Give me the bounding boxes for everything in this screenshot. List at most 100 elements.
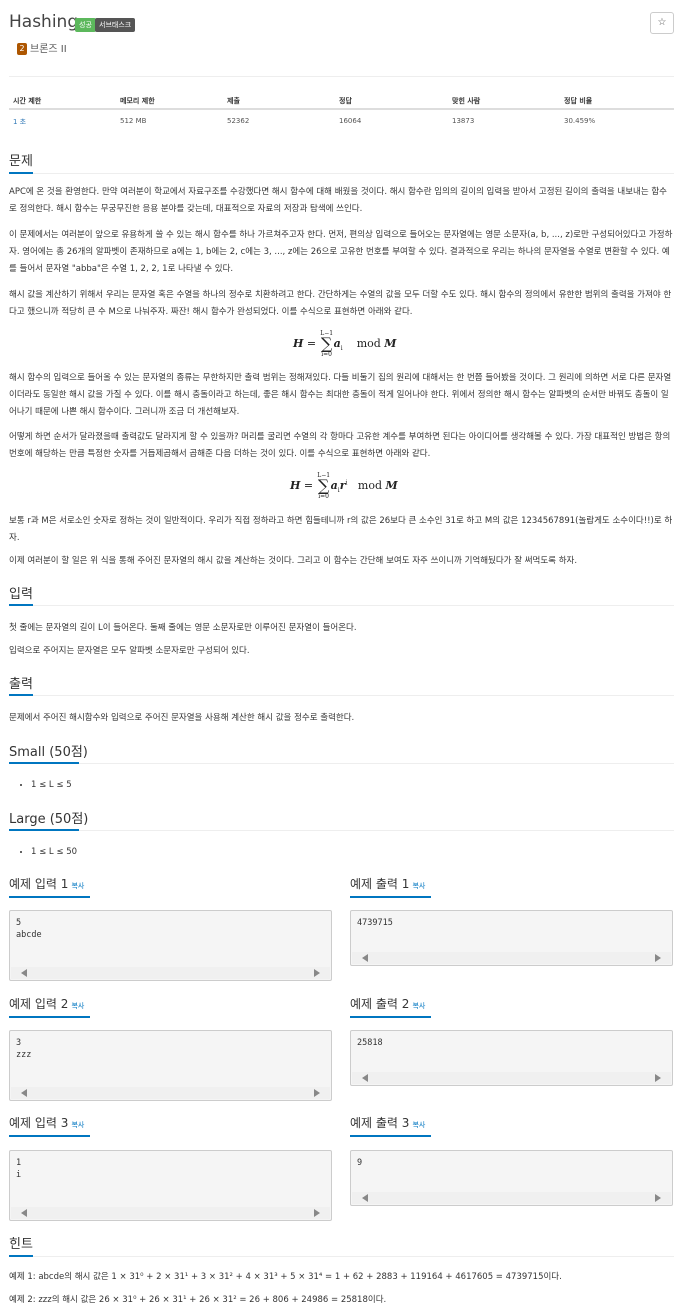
horizontal-scrollbar[interactable] [11, 967, 330, 979]
scroll-right-icon[interactable] [314, 969, 320, 977]
scroll-left-icon[interactable] [362, 954, 368, 962]
section-accent [9, 829, 79, 831]
copy-button[interactable]: 복사 [71, 1002, 84, 1010]
formula-lhs: H [293, 337, 304, 350]
formula-lhs: H [290, 479, 301, 492]
input-heading: 입력 [9, 587, 33, 602]
sample-output-3-title: 예제 출력 3 복사 [350, 1114, 425, 1131]
problem-paragraph: 이 문제에서는 여러분이 앞으로 유용하게 쓸 수 있는 해시 함수를 하나 가… [9, 230, 673, 274]
constraint-item: 1 ≤ L ≤ 5 [31, 780, 72, 790]
scroll-right-icon[interactable] [655, 1074, 661, 1082]
scroll-right-icon[interactable] [314, 1089, 320, 1097]
sample-input-3-title: 예제 입력 3 복사 [9, 1114, 84, 1131]
star-button[interactable]: ☆ [650, 12, 674, 34]
hint-heading: 힌트 [9, 1237, 33, 1252]
sample-title-text: 예제 입력 3 [9, 1116, 69, 1130]
stats-header-row: 시간 제한 메모리 제한 제출 정답 맞힌 사람 정답 비율 [9, 92, 674, 110]
sample-output-1-box[interactable]: 4739715 [350, 910, 673, 966]
sample-input-2-box[interactable]: 3 zzz [9, 1030, 332, 1101]
section-divider [9, 695, 674, 696]
scroll-right-icon[interactable] [655, 1194, 661, 1202]
formula-sup: i [345, 479, 348, 487]
divider [9, 76, 674, 77]
hint-line: 예제 1: abcde의 해시 값은 1 × 31⁰ + 2 × 31¹ + 3… [9, 1272, 562, 1282]
sample-input-2: 3 zzz [16, 1038, 32, 1060]
stats-value-row: 1 초 512 MB 52362 16064 13873 30.459% [9, 110, 674, 132]
tier-label: 브론즈 II [30, 44, 67, 55]
hint-line: 예제 2: zzz의 해시 값은 26 × 31⁰ + 26 × 31¹ + 2… [9, 1295, 387, 1305]
stats-value: 512 MB [120, 117, 147, 125]
problem-paragraph: 해시 값을 계산하기 위해서 우리는 문자열 혹은 수열을 하나의 정수로 치환… [9, 290, 672, 317]
stats-header: 메모리 제한 [120, 97, 155, 105]
stats-header: 제출 [227, 97, 240, 105]
scroll-left-icon[interactable] [362, 1194, 368, 1202]
copy-button[interactable]: 복사 [412, 1002, 425, 1010]
sample-output-1-title: 예제 출력 1 복사 [350, 875, 425, 892]
formula-mod: mod [357, 479, 383, 492]
formula-mod: mod [356, 337, 381, 350]
section-divider [9, 173, 674, 174]
sample-accent [350, 1016, 431, 1018]
horizontal-scrollbar[interactable] [352, 1072, 671, 1084]
section-divider [9, 605, 674, 606]
sigma-symbol: L−1 ∑ i=0 [320, 330, 334, 358]
output-paragraph: 문제에서 주어진 해시함수와 입력으로 주어진 문자열을 사용해 계산한 해시 … [9, 713, 355, 723]
sample-accent [350, 1135, 431, 1137]
sample-title-text: 예제 출력 1 [350, 877, 410, 891]
sample-input-1-box[interactable]: 5 abcde [9, 910, 332, 981]
subtask-badge: 서브태스크 [95, 18, 136, 32]
sample-input-1-title: 예제 입력 1 복사 [9, 875, 84, 892]
small-heading: Small (50점) [9, 745, 88, 760]
sample-title-text: 예제 입력 1 [9, 877, 69, 891]
stats-header: 시간 제한 [13, 97, 42, 105]
section-divider [9, 1256, 674, 1257]
sample-accent [9, 896, 90, 898]
scroll-right-icon[interactable] [655, 954, 661, 962]
section-accent [9, 172, 33, 174]
sample-title-text: 예제 입력 2 [9, 997, 69, 1011]
large-heading: Large (50점) [9, 812, 89, 827]
sample-title-text: 예제 출력 2 [350, 997, 410, 1011]
horizontal-scrollbar[interactable] [11, 1087, 330, 1099]
sample-title-text: 예제 출력 3 [350, 1116, 410, 1130]
copy-button[interactable]: 복사 [412, 1121, 425, 1129]
problem-paragraph: APC에 온 것을 환영한다. 만약 여러분이 학교에서 자료구조를 수강했다면… [9, 187, 667, 214]
sample-input-3: 1 i [16, 1158, 22, 1180]
scroll-left-icon[interactable] [21, 1209, 27, 1217]
horizontal-scrollbar[interactable] [11, 1207, 330, 1219]
formula-term: a [333, 337, 341, 350]
title-row: Hashing 성공 서브태스크 ☆ [9, 10, 674, 36]
sample-output-1: 4739715 [357, 918, 393, 928]
sigma-lower: i=0 [321, 351, 332, 358]
copy-button[interactable]: 복사 [71, 1121, 84, 1129]
sample-input-3-box[interactable]: 1 i [9, 1150, 332, 1221]
stats-value: 16064 [339, 117, 362, 125]
problem-paragraph: 보통 r과 M은 서로소인 숫자로 정하는 것이 일반적이다. 우리가 직접 정… [9, 516, 673, 543]
copy-button[interactable]: 복사 [71, 882, 84, 890]
horizontal-scrollbar[interactable] [352, 952, 671, 964]
stats-header: 정답 [339, 97, 352, 105]
problem-paragraph: 해시 함수의 입력으로 들어올 수 있는 문자열의 종류는 무한하지만 출력 범… [9, 373, 672, 417]
constraint-item: 1 ≤ L ≤ 50 [31, 847, 77, 857]
output-heading: 출력 [9, 677, 33, 692]
sample-input-1: 5 abcde [16, 918, 42, 940]
scroll-left-icon[interactable] [362, 1074, 368, 1082]
sample-output-3-box[interactable]: 9 [350, 1150, 673, 1206]
sigma-lower: i=0 [318, 493, 329, 500]
scroll-left-icon[interactable] [21, 1089, 27, 1097]
star-icon: ☆ [657, 17, 667, 28]
copy-button[interactable]: 복사 [412, 882, 425, 890]
hash-formula-2: H = L−1 ∑ i=0 airi mod M [290, 472, 398, 500]
scroll-left-icon[interactable] [21, 969, 27, 977]
hash-formula-1: H = L−1 ∑ i=0 ai mod M [293, 330, 397, 358]
stats-value: 30.459% [564, 117, 596, 125]
sample-output-2-box[interactable]: 25818 [350, 1030, 673, 1086]
section-accent [9, 694, 33, 696]
scroll-right-icon[interactable] [314, 1209, 320, 1217]
stats-value: 52362 [227, 117, 250, 125]
problem-paragraph: 이제 여러분이 할 일은 위 식을 통해 주어진 문자열의 해시 값을 계산하는… [9, 556, 578, 566]
horizontal-scrollbar[interactable] [352, 1192, 671, 1204]
sample-output-2-title: 예제 출력 2 복사 [350, 995, 425, 1012]
tier-badge[interactable]: 2 브론즈 II [17, 40, 67, 55]
sigma-symbol: L−1 ∑ i=0 [317, 472, 331, 500]
